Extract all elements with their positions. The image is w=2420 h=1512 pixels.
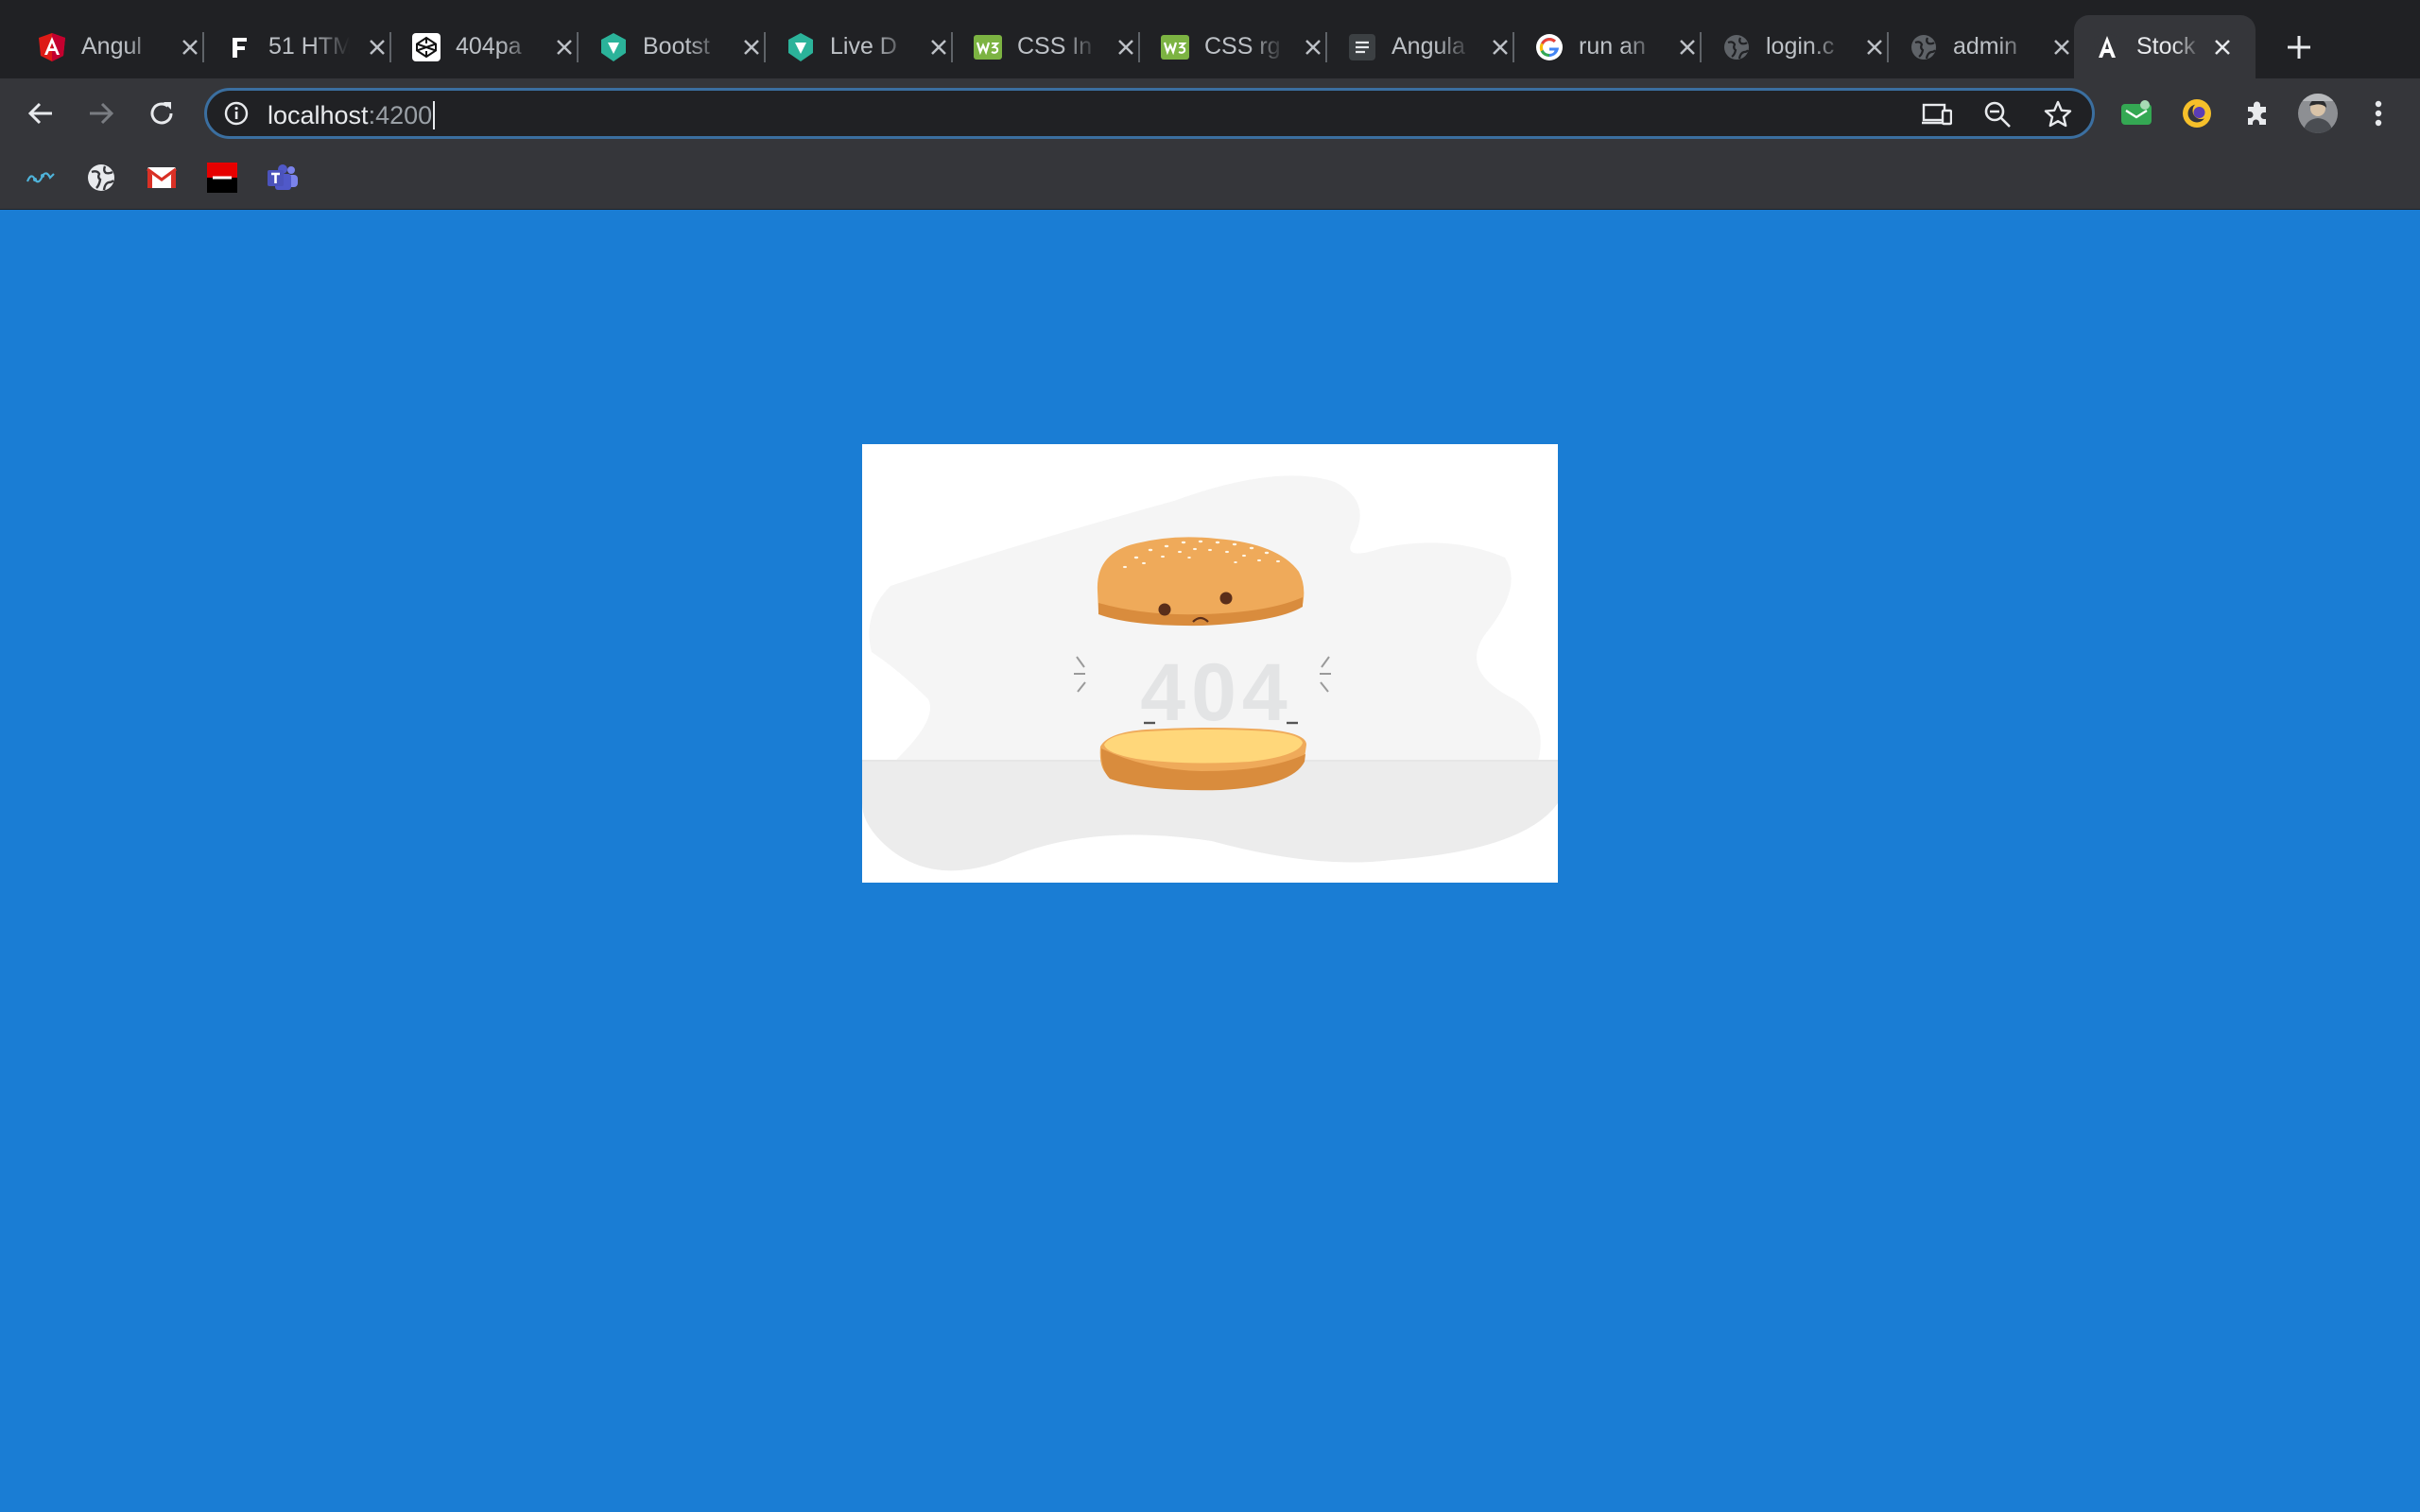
globe-icon xyxy=(1910,33,1938,61)
tab-separator xyxy=(1138,32,1140,62)
reload-icon xyxy=(150,102,173,125)
bank-icon[interactable] xyxy=(206,162,238,194)
analytics-wave-icon[interactable] xyxy=(25,162,57,194)
back-button[interactable] xyxy=(19,92,62,135)
tab-title: 51 HTML xyxy=(268,33,350,60)
bootstrap-shield-icon xyxy=(786,32,815,61)
right-eye xyxy=(1219,592,1233,605)
angular-icon xyxy=(38,32,66,61)
left-eye xyxy=(1158,603,1171,616)
browser-menu-icon[interactable] xyxy=(2360,94,2397,132)
tab-separator xyxy=(764,32,766,62)
browser-tab[interactable]: 51 HTML xyxy=(225,15,391,78)
extensions-puzzle-icon[interactable] xyxy=(2238,94,2276,132)
angular-icon xyxy=(2093,32,2121,61)
tab-title: Stock xyxy=(2136,33,2196,60)
tab-strip: Angul 51 HTML 404pa Bootst Live D xyxy=(0,0,2420,78)
tab-separator xyxy=(1512,32,1514,62)
close-icon[interactable] xyxy=(176,33,204,61)
address-bar[interactable]: localhost:4200 xyxy=(204,88,2095,139)
browser-tab[interactable]: 404pa xyxy=(412,15,579,78)
back-arrow-icon xyxy=(27,102,52,125)
new-tab-button[interactable] xyxy=(2280,28,2318,66)
close-icon[interactable] xyxy=(1860,33,1889,61)
close-icon[interactable] xyxy=(925,33,953,61)
url-host: localhost xyxy=(268,101,369,129)
codepen-icon xyxy=(412,32,441,61)
browser-tab[interactable]: CSS rg xyxy=(1161,15,1327,78)
browser-tab[interactable]: run an xyxy=(1535,15,1702,78)
profile-avatar[interactable] xyxy=(2297,93,2339,134)
tab-title: login.c xyxy=(1766,33,1835,60)
tab-title: CSS In xyxy=(1017,33,1093,60)
tab-separator xyxy=(577,32,579,62)
browser-tab-active[interactable]: Stock xyxy=(2074,15,2256,78)
404-burger-illustration: 404 xyxy=(862,475,1558,871)
forward-button[interactable] xyxy=(79,92,123,135)
document-icon xyxy=(1348,33,1376,61)
close-icon[interactable] xyxy=(2208,33,2237,61)
tab-separator xyxy=(951,32,953,62)
gmail-icon[interactable] xyxy=(146,162,178,194)
close-icon[interactable] xyxy=(1299,33,1327,61)
bookmarks-bar xyxy=(0,148,2420,210)
url-port: :4200 xyxy=(368,101,433,129)
f-logo-icon xyxy=(225,33,253,61)
tab-title: 404pa xyxy=(456,33,522,60)
bookmark-star-icon[interactable] xyxy=(2043,99,2073,129)
browser-toolbar: localhost:4200 xyxy=(0,78,2420,148)
url-text[interactable]: localhost:4200 xyxy=(268,101,436,130)
globe-icon xyxy=(1722,33,1751,61)
tab-title: run an xyxy=(1579,33,1646,60)
tab-title: admin xyxy=(1953,33,2018,60)
tab-separator xyxy=(202,32,204,62)
browser-tab[interactable]: Angul xyxy=(38,15,204,78)
reload-button[interactable] xyxy=(140,92,183,135)
close-icon[interactable] xyxy=(550,33,579,61)
tab-title: Bootst xyxy=(643,33,710,60)
browser-tab[interactable]: Bootst xyxy=(599,15,766,78)
bootstrap-shield-icon xyxy=(599,32,628,61)
tab-title: Live D xyxy=(830,33,897,60)
zoom-out-icon[interactable] xyxy=(1982,99,2013,129)
not-found-card: 404 404 xyxy=(862,444,1558,883)
tab-separator xyxy=(1325,32,1327,62)
w3schools-icon xyxy=(974,33,1002,61)
tab-title: CSS rg xyxy=(1204,33,1281,60)
site-info-icon[interactable] xyxy=(224,101,249,126)
w3schools-icon xyxy=(1161,33,1189,61)
tab-title: Angul xyxy=(81,33,142,60)
cast-devices-icon[interactable] xyxy=(1922,99,1952,129)
close-icon[interactable] xyxy=(1486,33,1514,61)
close-icon[interactable] xyxy=(363,33,391,61)
tab-separator xyxy=(1700,32,1702,62)
close-icon[interactable] xyxy=(1673,33,1702,61)
browser-tab[interactable]: login.c xyxy=(1722,15,1889,78)
browser-tab[interactable]: Angula xyxy=(1348,15,1514,78)
tab-separator xyxy=(1887,32,1889,62)
text-caret xyxy=(433,101,436,129)
browser-tab[interactable]: admin xyxy=(1910,15,2076,78)
close-icon[interactable] xyxy=(2048,33,2076,61)
close-icon[interactable] xyxy=(1112,33,1140,61)
close-icon[interactable] xyxy=(737,33,766,61)
teams-icon[interactable] xyxy=(267,162,299,194)
globe-icon[interactable] xyxy=(85,162,117,194)
moon-extension-icon[interactable] xyxy=(2178,94,2216,132)
forward-arrow-icon xyxy=(90,102,114,125)
google-icon xyxy=(1535,33,1564,61)
bottom-bun xyxy=(1099,728,1306,791)
mail-extension-icon[interactable] xyxy=(2118,94,2155,132)
tab-separator xyxy=(389,32,391,62)
tab-title: Angula xyxy=(1392,33,1465,60)
page-content: 404 404 xyxy=(0,210,2420,1512)
browser-tab[interactable]: Live D xyxy=(786,15,953,78)
browser-tab[interactable]: CSS In xyxy=(974,15,1140,78)
404-text: 404 xyxy=(1140,647,1293,738)
